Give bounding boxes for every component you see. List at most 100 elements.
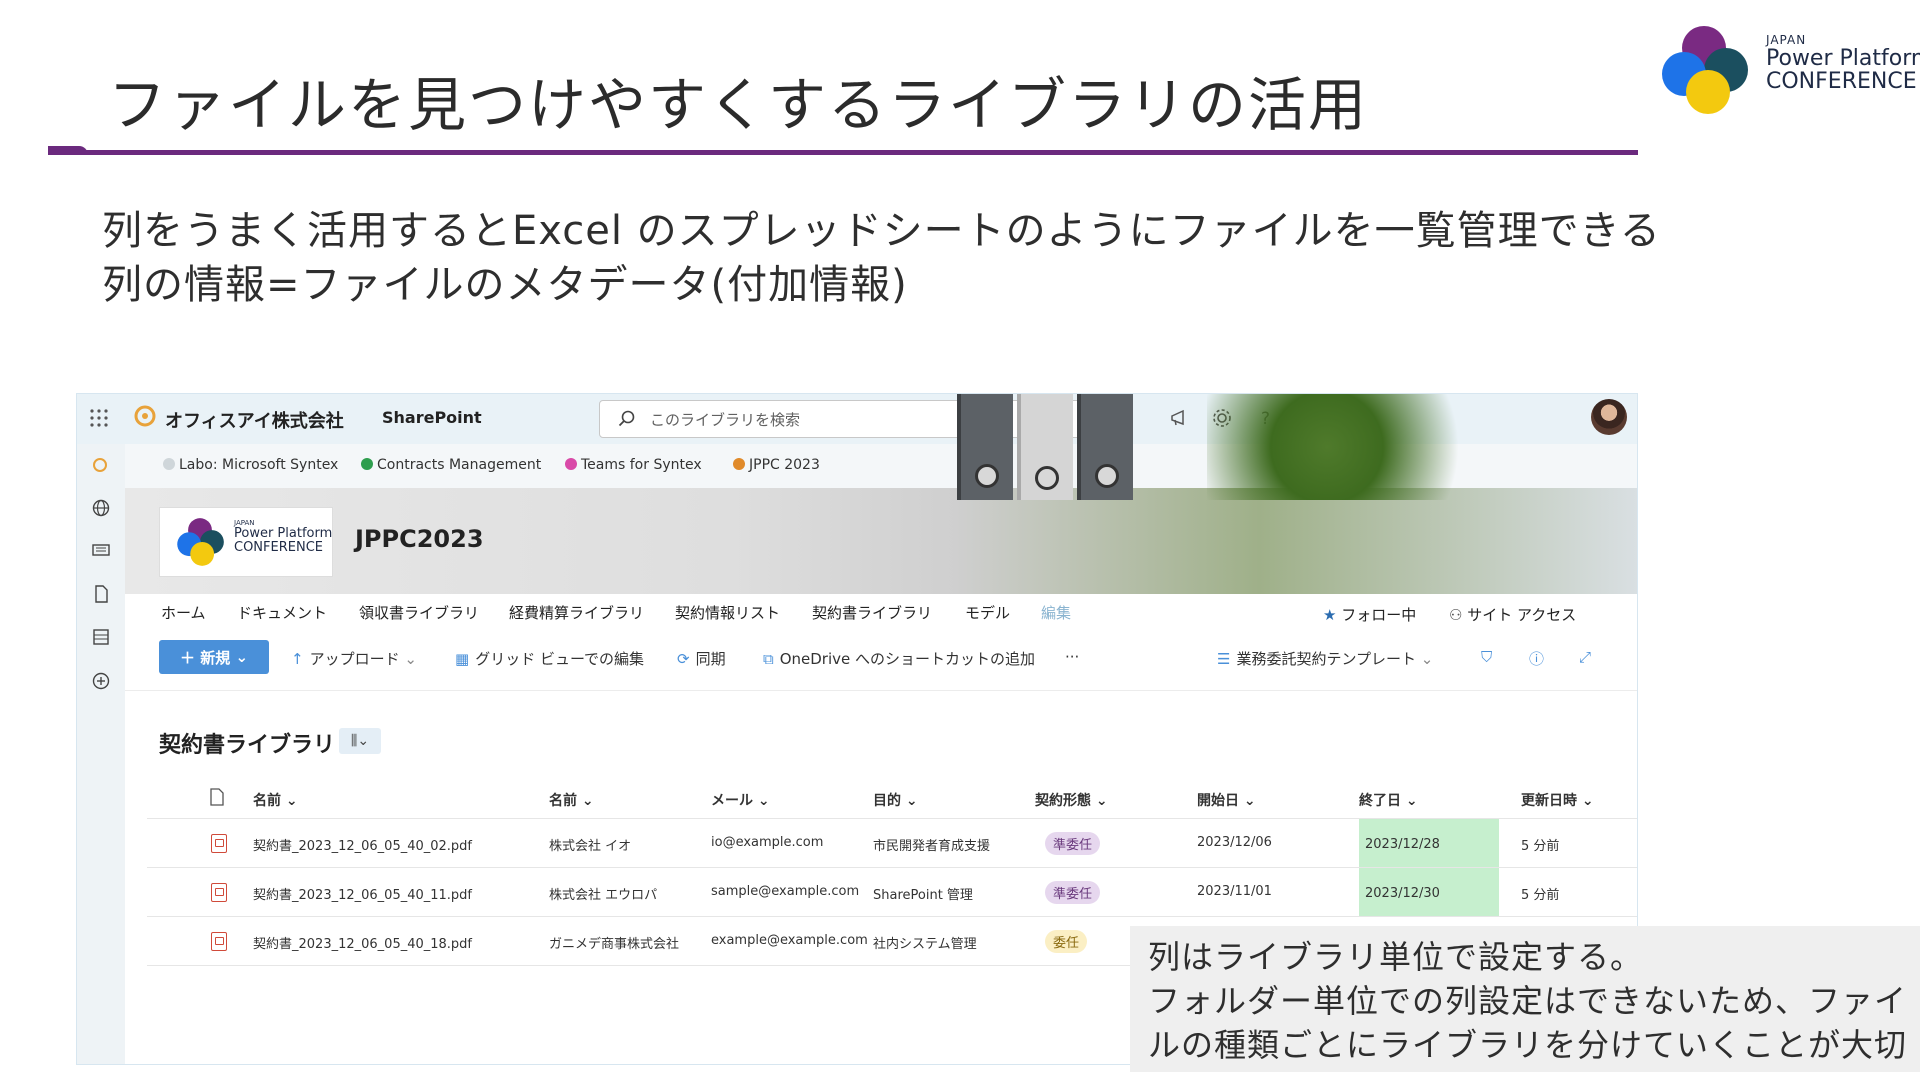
hub-link-label: Contracts Management [377,457,542,473]
upload-label: アップロード [309,650,400,668]
column-label: メール [711,793,753,809]
view-options-button[interactable]: ⫼⌄ [339,728,381,754]
nav-item-documents[interactable]: ドキュメント [237,602,327,623]
purpose-cell: 社内システム管理 [873,937,977,952]
bullet-1: 列をうまく活用するとExcel のスプレッドシートのようにファイルを一覧管理でき… [102,208,1661,254]
site-banner [125,488,1637,594]
email-cell: sample@example.com [711,884,860,899]
pdf-icon [211,932,227,951]
view-label: 業務委託契約テンプレート [1236,650,1417,668]
site-access-label: サイト アクセス [1467,606,1577,624]
nav-item-expenses[interactable]: 経費精算ライブラリ [509,602,644,623]
globe-icon[interactable] [91,498,111,518]
brand-line1: Power Platform [1766,45,1920,71]
shortcut-icon: ⧉ [763,650,774,668]
document-icon[interactable] [91,584,111,604]
left-rail [77,444,125,1064]
column-label: 契約形態 [1035,793,1091,809]
brand-text: JAPAN Power Platform CONFERENCE [1766,34,1920,93]
company-cell: 株式会社 イオ [549,839,632,854]
site-logo[interactable]: JAPAN Power Platform CONFERENCE [159,507,333,577]
column-label: 名前 [253,793,281,809]
company-cell: ガニメデ商事株式会社 [549,937,680,952]
binder-ring [975,464,999,488]
expand-icon[interactable]: ⤢ [1579,648,1591,666]
site-title[interactable]: JPPC2023 [355,525,484,553]
pdf-icon [211,883,227,902]
title-rule [48,150,1638,155]
brand-line2: CONFERENCE [1766,68,1917,94]
upload-button[interactable]: ↑ アップロード ⌄ [291,648,417,669]
follow-button[interactable]: ★ フォロー中 [1323,604,1416,625]
people-icon: ⚇ [1449,606,1468,624]
list-icon[interactable] [91,627,111,647]
nav-item-contract-list[interactable]: 契約情報リスト [675,602,780,623]
megaphone-icon[interactable] [1169,407,1191,429]
new-label: 新規 [200,648,231,667]
sync-icon: ⟳ [677,650,690,668]
view-selector[interactable]: ☰ 業務委託契約テンプレート ⌄ [1217,648,1433,669]
hub-link-labo[interactable]: Labo: Microsoft Syntex [163,457,338,473]
file-name-link[interactable]: 契約書_2023_12_06_05_40_18.pdf [253,933,472,952]
view-icon: ☰ [1217,650,1231,668]
home-site-icon[interactable] [91,456,111,476]
nav-item-edit[interactable]: 編集 [1041,602,1071,623]
grid-edit-button[interactable]: ▦ グリッド ビューでの編集 [455,648,644,669]
modified-cell: 5 分前 [1521,888,1560,903]
contract-type-pill: 準委任 [1045,832,1101,855]
sync-button[interactable]: ⟳ 同期 [677,648,726,669]
column-header-modified[interactable]: 更新日時 ⌄ [1521,790,1594,810]
company-cell: 株式会社 エウロパ [549,888,658,903]
column-header-filename[interactable]: 名前 ⌄ [253,790,298,810]
nav-item-home[interactable]: ホーム [161,602,206,623]
column-header-company[interactable]: 名前 ⌄ [549,790,594,810]
column-header-start[interactable]: 開始日 ⌄ [1197,790,1256,810]
nav-item-contract-library[interactable]: 契約書ライブラリ [812,602,932,623]
row-divider [147,916,1637,917]
filter-icon[interactable]: ⛉ [1481,648,1492,666]
bullet-2: 列の情報=ファイルのメタデータ(付加情報) [102,262,908,308]
app-name[interactable]: SharePoint [382,408,482,427]
column-header-purpose[interactable]: 目的 ⌄ [873,790,918,810]
site-logo-line1: Power Platform [234,526,333,542]
labo-icon [163,458,175,470]
search-placeholder: このライブラリを検索 [650,411,801,429]
org-name[interactable]: オフィスアイ株式会社 [165,407,344,433]
purpose-cell: 市民開発者育成支援 [873,839,991,854]
note-line-3: ルの種類ごとにライブラリを分けていくことが大切 [1148,1026,1908,1064]
hub-link-teams[interactable]: Teams for Syntex [565,457,702,473]
end-date-cell: 2023/12/30 [1365,886,1440,901]
end-date-cell: 2023/12/28 [1365,837,1440,852]
clover-icon [361,458,373,470]
info-icon[interactable]: ⓘ [1529,648,1544,669]
search-icon [618,410,635,427]
column-label: 更新日時 [1521,793,1577,809]
modified-cell: 5 分前 [1521,839,1560,854]
column-header-end[interactable]: 終了日 ⌄ [1359,790,1418,810]
chevron-down-icon: ⌄ [399,650,417,668]
more-button[interactable]: ··· [1065,648,1079,666]
file-name-link[interactable]: 契約書_2023_12_06_05_40_02.pdf [253,835,472,854]
site-logo-line2: CONFERENCE [234,539,323,555]
hub-link-jppc[interactable]: JPPC 2023 [733,457,820,473]
avatar[interactable] [1591,399,1627,435]
news-icon[interactable] [91,540,111,560]
hub-link-label: Teams for Syntex [581,457,702,473]
hub-link-label: Labo: Microsoft Syntex [179,457,339,473]
site-access-button[interactable]: ⚇ サイト アクセス [1449,604,1576,625]
grid-icon: ▦ [455,650,470,668]
nav-item-model[interactable]: モデル [965,602,1010,623]
site-logo-icon [177,518,224,566]
create-icon[interactable] [91,671,111,691]
file-name-link[interactable]: 契約書_2023_12_06_05_40_11.pdf [253,884,472,903]
nav-item-receipts[interactable]: 領収書ライブラリ [359,602,479,623]
file-type-icon[interactable] [210,788,224,806]
new-button[interactable]: ＋ 新規 ⌄ [159,640,269,674]
column-header-type[interactable]: 契約形態 ⌄ [1035,790,1108,810]
column-header-email[interactable]: メール ⌄ [711,790,770,810]
onedrive-shortcut-button[interactable]: ⧉ OneDrive へのショートカットの追加 [763,648,1035,669]
hub-link-contracts[interactable]: Contracts Management [361,457,541,473]
app-launcher-icon[interactable] [89,408,109,428]
onedrive-shortcut-label: OneDrive へのショートカットの追加 [779,650,1036,668]
contract-type-pill: 委任 [1045,930,1088,953]
